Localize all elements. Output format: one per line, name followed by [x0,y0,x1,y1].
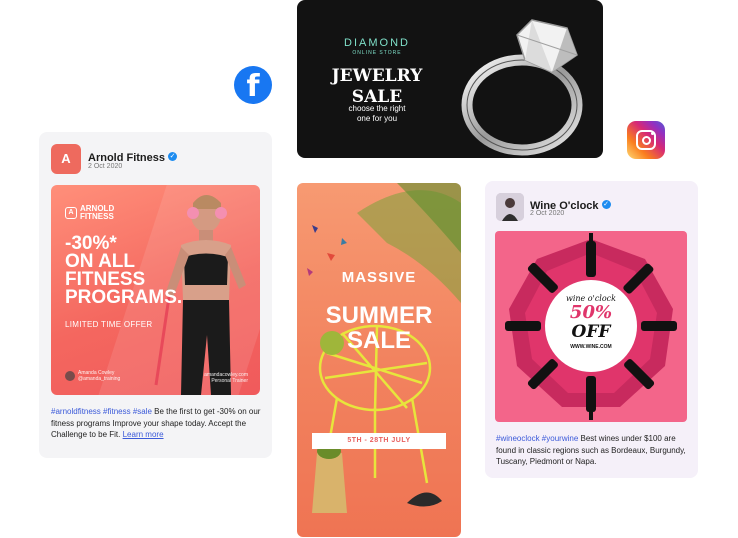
arnold-fitness-logo: A ARNOLD FITNESS [65,205,114,221]
verified-icon: ✓ [168,152,178,162]
wine-post-caption: #wineoclock #yourwine Best wines under $… [496,434,686,466]
trainer-contact: amandacowley.com Personal Trainer [204,372,248,384]
fitness-post-date: 2 Oct 2020 [88,163,123,170]
jewelry-tagline: choose the right one for you [348,104,406,123]
wine-post-card[interactable]: Wine O'clock ✓ 2 Oct 2020 wine o'clock 5… [485,181,698,478]
fitness-headline: -30%* ON ALL FITNESS PROGRAMS. [65,233,183,308]
diamond-ring-image [461,19,583,156]
fitness-avatar[interactable]: A [51,144,81,174]
trainer-profile: Amanda Cowley @amanda_training [65,370,120,382]
jewelry-brand: DIAMOND [344,37,410,49]
learn-more-link[interactable]: Learn more [123,430,164,439]
fitness-offer-label: LIMITED TIME OFFER [65,320,153,329]
wine-post-date: 2 Oct 2020 [530,210,565,217]
summer-scene [307,183,461,513]
jewelry-headline: JEWELRY SALE [331,66,423,107]
fitness-post-card[interactable]: A Arnold Fitness ✓ 2 Oct 2020 A ARNOLD FITN… [39,132,272,458]
jewelry-sale-banner[interactable]: DIAMOND ONLINE STORE JEWELRY SALE choose… [297,0,603,158]
jewelry-brand-sub: ONLINE STORE [352,50,402,56]
wine-site: WWW.WINE.COM [570,344,612,350]
summer-line-1: MASSIVE [341,269,417,286]
fitness-promo-image[interactable]: A ARNOLD FITNESS -30%* ON ALL FITNESS PROG… [51,185,260,395]
trainer-avatar [65,371,75,381]
summer-date-banner: 5TH - 28TH JULY [312,433,446,449]
verified-icon: ✓ [601,200,611,210]
fitness-post-caption: #arnoldfitness #fitness #sale Be the fir… [51,407,261,439]
wine-promo-image[interactable]: wine o'clock 50% OFF WWW.WINE.COM [495,231,687,422]
instagram-icon[interactable] [627,121,665,159]
wine-hashtags[interactable]: #wineoclock #yourwine [496,434,578,443]
summer-sale-story[interactable]: MASSIVE SUMMER SALE 5TH - 28TH JULY [297,183,461,537]
fitness-hashtags[interactable]: #arnoldfitness #fitness #sale [51,407,152,416]
wine-off: OFF [571,322,611,342]
wine-discount: 50% [569,302,613,323]
wine-avatar[interactable] [496,193,524,221]
facebook-icon[interactable]: f [234,66,272,104]
summer-headline: SUMMER SALE [325,302,433,354]
